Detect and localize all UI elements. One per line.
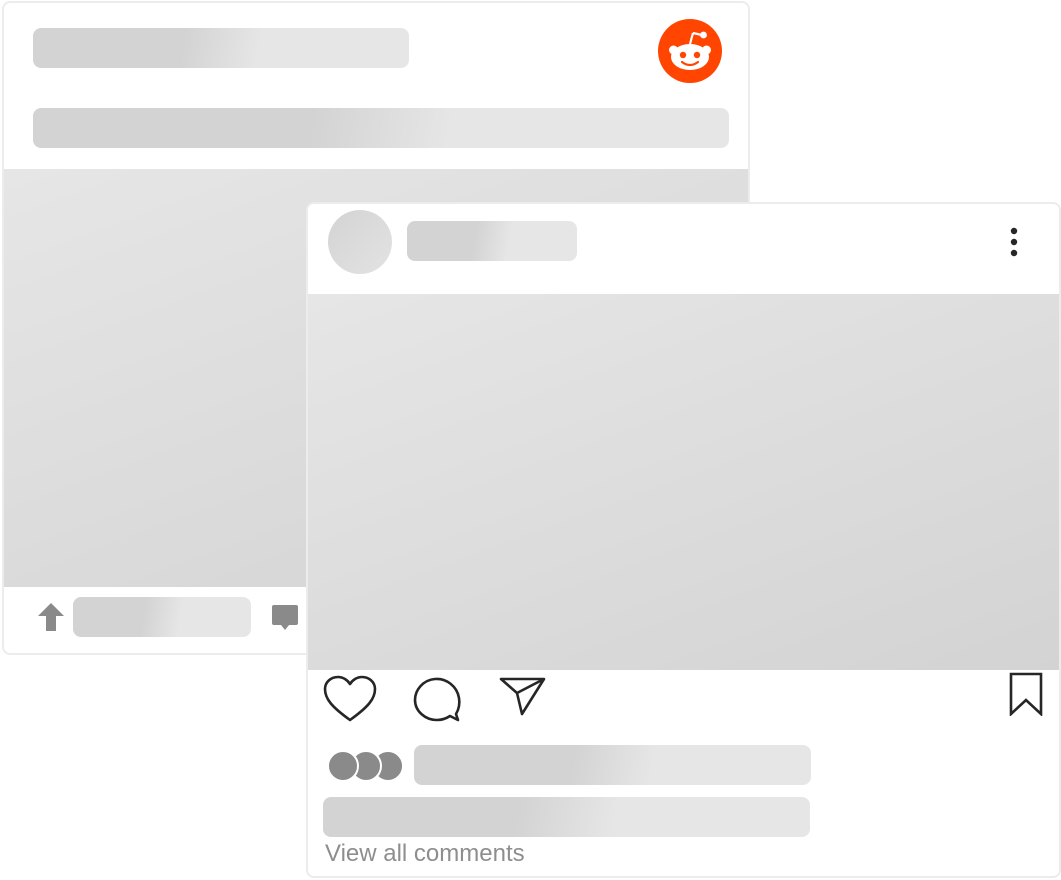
instagram-image-placeholder <box>308 294 1059 670</box>
likes-skeleton <box>414 745 811 785</box>
upvote-arrow-icon[interactable] <box>37 602 65 632</box>
comment-bubble-icon[interactable] <box>271 604 299 632</box>
reddit-title-skeleton <box>33 28 409 68</box>
avatar[interactable] <box>328 210 392 274</box>
reddit-subtitle-skeleton <box>33 108 729 148</box>
liked-by-avatars <box>327 750 404 782</box>
heart-icon[interactable] <box>322 674 378 724</box>
reddit-logo-icon[interactable] <box>658 19 722 83</box>
caption-skeleton <box>323 797 810 837</box>
bookmark-icon[interactable] <box>1008 672 1044 716</box>
paper-plane-icon[interactable] <box>498 674 548 718</box>
reddit-vote-count-skeleton <box>73 597 251 637</box>
comment-icon[interactable] <box>412 674 462 724</box>
username-skeleton <box>407 221 577 261</box>
vertical-dots-icon[interactable] <box>1006 226 1022 258</box>
view-all-comments-link[interactable]: View all comments <box>325 840 525 868</box>
stage: View all comments <box>0 0 1061 880</box>
instagram-post-card: View all comments <box>306 202 1061 878</box>
